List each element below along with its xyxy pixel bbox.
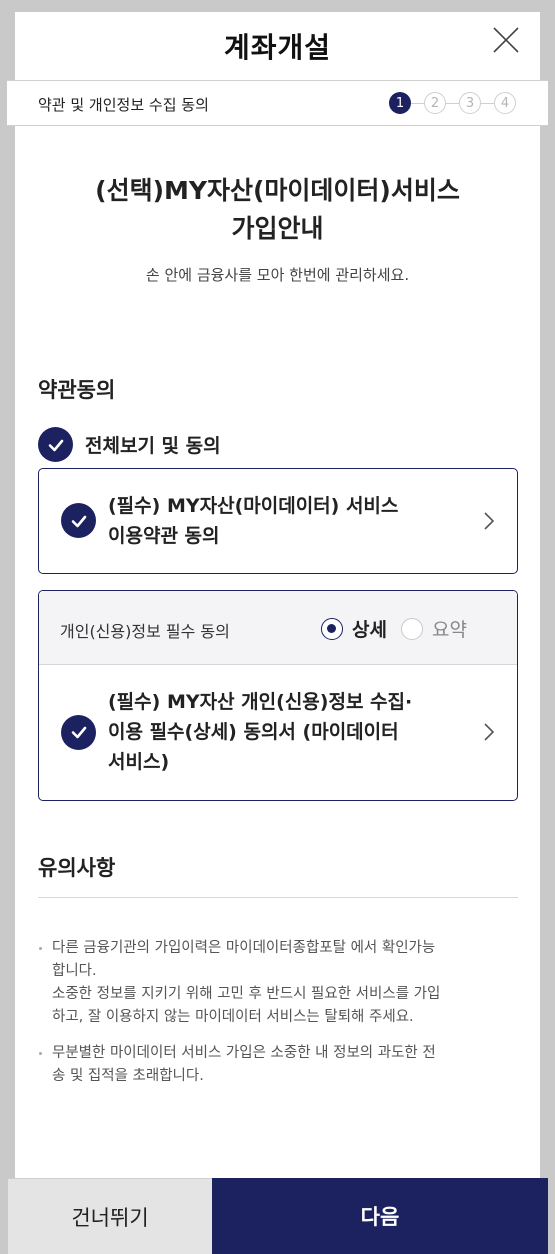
agreement-section-title: 약관동의 — [38, 378, 116, 402]
notice-line: 송 및 집적을 초래합니다. — [52, 1068, 204, 1084]
notice-line: 다른 금융기관의 가입이력은 마이데이터종합포탈 에서 확인가능 — [52, 940, 436, 956]
notice-line: 하고, 잘 이용하지 않는 마이데이터 서비스는 탈퇴해 주세요. — [52, 1009, 414, 1025]
notice-list: 다른 금융기관의 가입이력은 마이데이터종합포탈 에서 확인가능 합니다. 소중… — [38, 937, 518, 1101]
modal-sheet: 계좌개설 약관 및 개인정보 수집 동의 1 2 3 4 (선택)MY자산(마이… — [7, 12, 548, 1254]
step-1: 1 — [389, 92, 411, 114]
step-4: 4 — [494, 92, 516, 114]
step-connector — [481, 102, 494, 104]
progress-label: 약관 및 개인정보 수집 동의 — [38, 96, 209, 114]
radio-summary[interactable]: 요약 — [400, 615, 467, 642]
terms-item-personal-info[interactable]: (필수) MY자산 개인(신용)정보 수집· 이용 필수(상세) 동의서 (마이… — [39, 665, 517, 799]
terms-item-line: 이용 필수(상세) 동의서 (마이데이터 — [108, 721, 399, 743]
radio-summary-label: 요약 — [431, 619, 467, 641]
terms-item-line: (필수) MY자산 개인(신용)정보 수집· — [108, 691, 413, 713]
radio-detail[interactable]: 상세 — [321, 615, 387, 642]
agree-all-checkbox[interactable]: 전체보기 및 동의 — [38, 427, 221, 462]
page-title: 계좌개설 — [223, 31, 332, 64]
terms-item-service[interactable]: (필수) MY자산(마이데이터) 서비스 이용약관 동의 — [39, 469, 517, 572]
terms-card-service: (필수) MY자산(마이데이터) 서비스 이용약관 동의 — [38, 468, 518, 574]
step-indicator: 1 2 3 4 — [389, 91, 516, 115]
checkmark-icon — [61, 503, 96, 538]
notice-line: 합니다. — [52, 963, 97, 979]
terms-item-line: 이용약관 동의 — [108, 524, 220, 547]
terms-item-label: (필수) MY자산(마이데이터) 서비스 이용약관 동의 — [108, 491, 398, 551]
step-connector — [446, 102, 459, 104]
next-button[interactable]: 다음 — [212, 1178, 548, 1254]
consent-type-radio-group: 상세 요약 — [321, 615, 481, 642]
skip-button[interactable]: 건너뛰기 — [8, 1178, 212, 1254]
close-icon[interactable] — [492, 26, 520, 54]
hero-title-line1: (선택)MY자산(마이데이터)서비스 — [95, 176, 460, 205]
chevron-right-icon — [484, 511, 495, 530]
step-2: 2 — [424, 92, 446, 114]
notice-line: 무분별한 마이데이터 서비스 가입은 소중한 내 정보의 과도한 전 — [52, 1045, 436, 1061]
chevron-right-icon — [484, 723, 495, 741]
step-3: 3 — [459, 92, 481, 114]
notice-line: 소중한 정보를 지키기 위해 고민 후 반드시 필요한 서비스를 가입 — [52, 986, 441, 1002]
agree-all-label: 전체보기 및 동의 — [85, 435, 221, 457]
notice-item: 무분별한 마이데이터 서비스 가입은 소중한 내 정보의 과도한 전 송 및 집… — [38, 1042, 518, 1088]
consent-type-label: 개인(신용)정보 필수 동의 — [60, 622, 230, 641]
hero-title: (선택)MY자산(마이데이터)서비스 가입안내 — [15, 172, 540, 248]
terms-card-personal-info: 개인(신용)정보 필수 동의 상세 요약 (필수) MY자산 개인(신용)정보 … — [38, 590, 518, 801]
consent-type-header: 개인(신용)정보 필수 동의 상세 요약 — [39, 591, 517, 665]
section-divider — [38, 897, 518, 898]
terms-item-line: 서비스) — [108, 751, 170, 773]
notice-item: 다른 금융기관의 가입이력은 마이데이터종합포탈 에서 확인가능 합니다. 소중… — [38, 937, 518, 1029]
radio-detail-label: 상세 — [352, 619, 387, 641]
notice-section-title: 유의사항 — [38, 856, 116, 880]
radio-selected-icon — [321, 617, 343, 640]
terms-item-line: (필수) MY자산(마이데이터) 서비스 — [108, 494, 399, 517]
step-connector — [411, 102, 424, 104]
radio-unselected-icon — [400, 617, 423, 640]
hero-title-line2: 가입안내 — [231, 214, 324, 243]
checkmark-icon — [61, 714, 96, 750]
hero-subtitle: 손 안에 금융사를 모아 한번에 관리하세요. — [145, 266, 410, 284]
progress-bar: 약관 및 개인정보 수집 동의 1 2 3 4 — [7, 80, 548, 126]
terms-item-label: (필수) MY자산 개인(신용)정보 수집· 이용 필수(상세) 동의서 (마이… — [108, 687, 412, 777]
checkmark-icon — [38, 427, 73, 462]
title-bar: 계좌개설 — [15, 12, 540, 80]
bottom-action-bar: 건너뛰기 다음 — [8, 1178, 548, 1254]
